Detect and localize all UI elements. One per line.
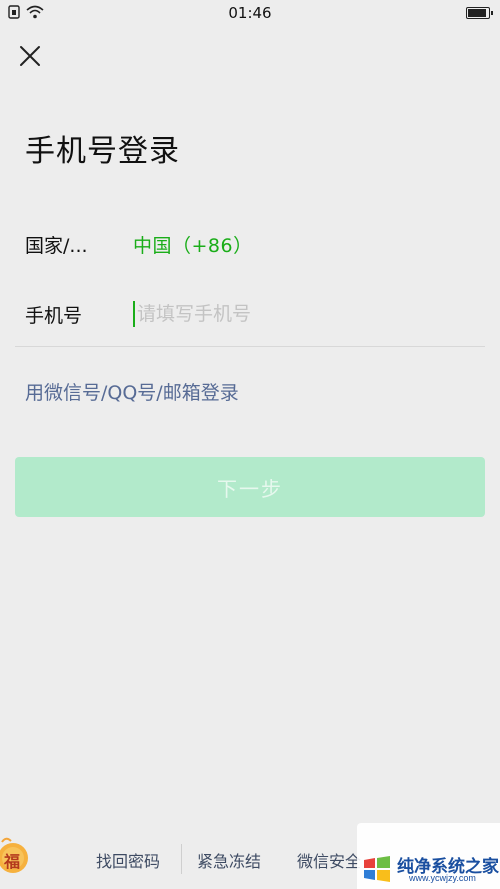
watermark-url: www.ycwjzy.com [409, 873, 476, 883]
status-bar: 01:46 [0, 0, 500, 28]
watermark: 纯净系统之家 www.ycwjzy.com [357, 823, 500, 889]
next-button[interactable]: 下一步 [15, 457, 485, 517]
battery-icon [466, 7, 493, 19]
status-time: 01:46 [228, 4, 272, 22]
text-caret [133, 301, 135, 327]
emergency-freeze-link[interactable]: 紧急冻结 [197, 848, 261, 872]
phone-label: 手机号 [25, 304, 83, 327]
wechat-security-link[interactable]: 微信安全 [297, 848, 361, 872]
country-label: 国家/... [25, 234, 88, 257]
alt-login-link[interactable]: 用微信号/QQ号/邮箱登录 [25, 378, 239, 405]
close-button[interactable] [14, 40, 46, 72]
windows-logo-icon [364, 856, 390, 882]
country-selector[interactable]: 国家/... 中国（+86） [25, 224, 485, 264]
close-icon [20, 46, 40, 66]
phone-input-wrap [133, 299, 485, 329]
phone-row: 手机号 [25, 294, 485, 334]
footer-separator [181, 844, 182, 874]
page-title: 手机号登录 [25, 134, 180, 169]
country-value: 中国（+86） [133, 234, 253, 257]
recover-password-link[interactable]: 找回密码 [96, 848, 160, 872]
phone-input[interactable] [137, 303, 485, 325]
divider [15, 346, 485, 347]
